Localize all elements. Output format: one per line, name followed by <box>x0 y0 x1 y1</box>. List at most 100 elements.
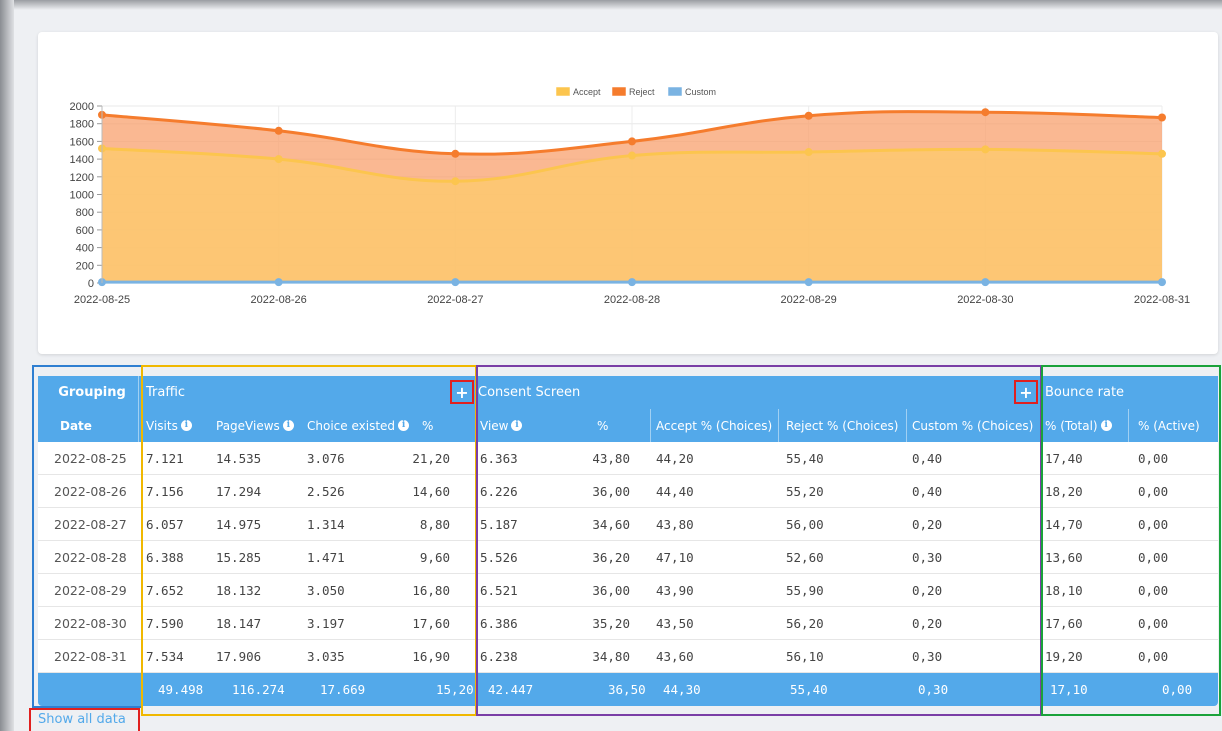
cell-reject: 55,40 <box>786 450 824 466</box>
data-point <box>1158 278 1166 287</box>
data-point <box>804 278 813 287</box>
x-tick-label: 2022-08-29 <box>781 294 837 306</box>
cell-accept: 43,50 <box>656 615 694 631</box>
cell-reject: 56,10 <box>786 648 824 664</box>
cell-custom: 0,40 <box>912 483 943 499</box>
data-point <box>1158 149 1166 158</box>
total-accept: 44,30 <box>663 682 701 697</box>
cell-accept: 43,90 <box>656 582 694 598</box>
cell-view-pct: 35,20 <box>592 615 630 631</box>
expand-traffic-button[interactable]: + <box>450 380 474 404</box>
y-tick-label: 1600 <box>70 136 94 148</box>
table-row: 2022-08-29 7.652 18.132 3.050 16,80 6.521 36,0… <box>38 574 1218 607</box>
cell-view: 6.521 <box>480 582 518 598</box>
data-point <box>628 137 636 146</box>
x-tick-label: 2022-08-31 <box>1134 294 1190 306</box>
cell-active: 0,00 <box>1138 516 1169 532</box>
info-icon[interactable]: i <box>1100 420 1112 431</box>
cell-choice: 2.526 <box>307 483 345 499</box>
table-row: 2022-08-31 7.534 17.906 3.035 16,90 6.238 34,8… <box>38 640 1218 673</box>
row-date: 2022-08-28 <box>54 549 127 565</box>
total-column-header[interactable]: % (Total) i <box>1045 409 1112 442</box>
row-date: 2022-08-31 <box>54 648 127 664</box>
total-reject: 55,40 <box>790 682 828 697</box>
x-tick-label: 2022-08-26 <box>251 294 307 306</box>
cell-pageviews: 17.906 <box>216 648 262 664</box>
cell-accept: 44,20 <box>656 450 694 466</box>
cell-reject: 55,20 <box>786 483 824 499</box>
total-bounce-total: 17,10 <box>1050 682 1088 697</box>
cell-view: 5.187 <box>480 516 518 532</box>
cell-view: 6.386 <box>480 615 518 631</box>
table-row: 2022-08-27 6.057 14.975 1.314 8,80 5.187 34,60… <box>38 508 1218 541</box>
y-tick-label: 2000 <box>70 101 94 113</box>
active-column-header[interactable]: % (Active) <box>1138 409 1200 442</box>
cell-view-pct: 36,00 <box>592 483 630 499</box>
cell-choice: 3.076 <box>307 450 345 466</box>
y-tick-label: 1800 <box>70 119 94 131</box>
accept-column-header[interactable]: Accept % (Choices) <box>656 409 772 442</box>
cell-custom: 0,20 <box>912 516 943 532</box>
reject-column-header[interactable]: Reject % (Choices) <box>786 409 899 442</box>
legend-label: Accept <box>573 87 601 97</box>
consent-area-chart: 0 200 400 600 800 1000 1200 1400 1600 1800 2000 202… <box>70 86 1190 306</box>
y-tick-label: 400 <box>76 243 94 255</box>
cell-active: 0,00 <box>1138 549 1169 565</box>
view-pct-column-header[interactable]: % <box>597 409 608 442</box>
traffic-pct-column-header[interactable]: % <box>422 409 433 442</box>
expand-consent-button[interactable]: + <box>1014 380 1038 404</box>
cell-total: 17,60 <box>1045 615 1083 631</box>
pageviews-column-header[interactable]: PageViews i <box>216 409 294 442</box>
info-icon[interactable]: i <box>398 420 410 431</box>
cell-reject: 56,20 <box>786 615 824 631</box>
traffic-group-header: Traffic <box>146 385 186 400</box>
cell-active: 0,00 <box>1138 450 1169 466</box>
show-all-data-link[interactable]: Show all data <box>29 708 140 731</box>
cell-accept: 44,40 <box>656 483 694 499</box>
cell-pct: 9,60 <box>419 549 450 565</box>
choice-existed-column-header[interactable]: Choice existed i <box>307 409 410 442</box>
cell-pct: 16,80 <box>412 582 450 598</box>
cell-pct: 21,20 <box>412 450 450 466</box>
data-point <box>274 155 283 164</box>
cell-visits: 6.057 <box>146 516 184 532</box>
visits-column-header[interactable]: Visits i <box>146 409 192 442</box>
cell-pageviews: 14.535 <box>216 450 262 466</box>
data-point <box>274 126 283 135</box>
table-row: 2022-08-30 7.590 18.147 3.197 17,60 6.386 35,2… <box>38 607 1218 640</box>
cell-view-pct: 34,60 <box>592 516 630 532</box>
cell-custom: 0,40 <box>912 450 943 466</box>
cell-custom: 0,30 <box>912 549 943 565</box>
cell-total: 14,70 <box>1045 516 1083 532</box>
data-point <box>451 149 460 158</box>
cell-accept: 47,10 <box>656 549 694 565</box>
table-row: 2022-08-28 6.388 15.285 1.471 9,60 5.526 36,20… <box>38 541 1218 574</box>
cell-custom: 0,20 <box>912 582 943 598</box>
cell-pct: 14,60 <box>412 483 450 499</box>
total-custom: 0,30 <box>918 682 949 697</box>
info-icon[interactable]: i <box>511 420 523 431</box>
table-row: 2022-08-25 7.121 14.535 3.076 21,20 6.363 43,8… <box>38 442 1218 475</box>
cell-pageviews: 14.975 <box>216 516 262 532</box>
view-column-header[interactable]: View i <box>480 409 523 442</box>
total-visits: 49.498 <box>158 682 204 697</box>
cell-pageviews: 15.285 <box>216 549 262 565</box>
cell-total: 17,40 <box>1045 450 1083 466</box>
cell-total: 18,20 <box>1045 483 1083 499</box>
total-pageviews: 116.274 <box>232 682 285 697</box>
group-header-row: Grouping Traffic Consent Screen Bounce r… <box>38 376 1218 409</box>
cell-visits: 6.388 <box>146 549 184 565</box>
y-tick-label: 0 <box>88 278 94 290</box>
series-area-accept <box>102 148 1162 283</box>
cell-view-pct: 43,80 <box>592 450 630 466</box>
grouping-header: Grouping <box>58 385 126 400</box>
custom-column-header[interactable]: Custom % (Choices) <box>912 409 1033 442</box>
x-tick-label: 2022-08-28 <box>604 294 660 306</box>
cell-custom: 0,30 <box>912 648 943 664</box>
y-tick-label: 200 <box>76 260 94 272</box>
cell-pageviews: 18.132 <box>216 582 262 598</box>
info-icon[interactable]: i <box>180 420 192 431</box>
cell-view: 6.363 <box>480 450 518 466</box>
cell-visits: 7.534 <box>146 648 184 664</box>
info-icon[interactable]: i <box>282 420 294 431</box>
